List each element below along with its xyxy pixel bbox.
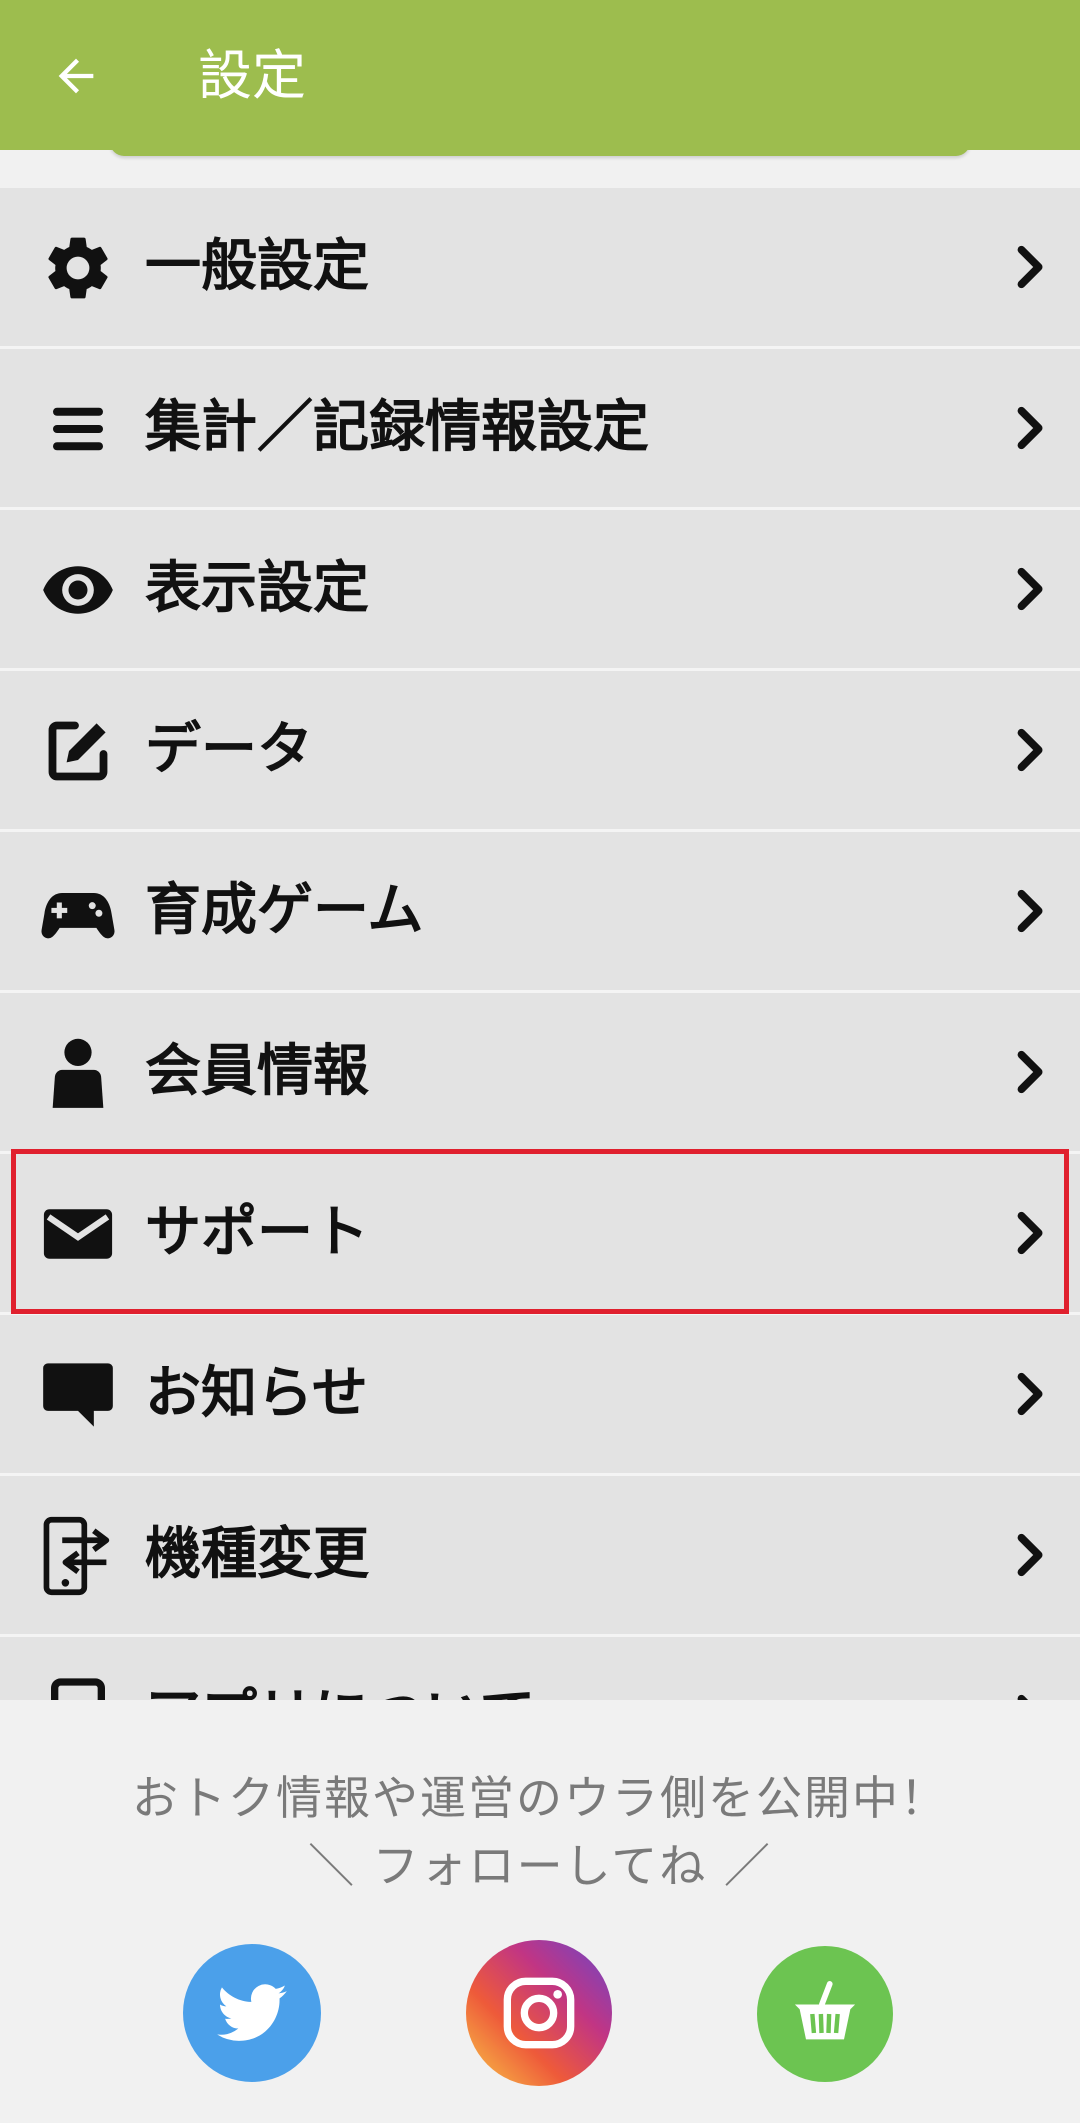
phone-transfer-icon — [40, 1516, 116, 1596]
follow-message: おトク情報や運営のウラ側を公開中！ — [132, 1771, 948, 1825]
twitter-icon — [217, 1984, 287, 2041]
chevron-right-icon — [1008, 405, 1054, 451]
basket-icon — [794, 1981, 856, 2040]
chat-bubble-icon — [40, 1357, 116, 1433]
list-icon — [40, 391, 116, 467]
chevron-right-icon — [1008, 888, 1054, 934]
shop-button[interactable] — [757, 1946, 893, 2082]
gamepad-icon — [40, 874, 116, 950]
menu-item-label: アプリについて — [145, 1637, 535, 1700]
instagram-button[interactable] — [466, 1940, 612, 2086]
menu-item-about[interactable]: アプリについて — [0, 1637, 1080, 1700]
chevron-right-icon — [1008, 1532, 1054, 1578]
chevron-right-icon — [1008, 727, 1054, 773]
eye-icon — [40, 552, 116, 628]
twitter-button[interactable] — [183, 1944, 321, 2082]
menu-item-label: 育成ゲーム — [145, 878, 424, 943]
menu-item-news[interactable]: お知らせ — [0, 1315, 1080, 1476]
chevron-right-icon — [1008, 244, 1054, 290]
chevron-right-icon — [1008, 1371, 1054, 1417]
menu-item-aggregation[interactable]: 集計／記録情報設定 — [0, 349, 1080, 510]
chevron-right-icon — [1008, 566, 1054, 612]
settings-menu: 一般設定 集計／記録情報設定 表示設定 データ 育成ゲーム 会員情報 サポート … — [0, 188, 1080, 1700]
menu-item-game[interactable]: 育成ゲーム — [0, 832, 1080, 993]
arrow-left-icon — [58, 58, 94, 94]
menu-item-general[interactable]: 一般設定 — [0, 188, 1080, 349]
chevron-right-icon — [1008, 1210, 1054, 1256]
menu-item-label: 機種変更 — [145, 1522, 369, 1587]
menu-item-label: 集計／記録情報設定 — [145, 395, 649, 460]
gear-icon — [40, 230, 116, 306]
chevron-right-icon — [1008, 1049, 1054, 1095]
menu-item-label: サポート — [145, 1200, 369, 1265]
edit-icon — [40, 713, 116, 789]
phone-icon — [40, 1678, 116, 1700]
menu-item-display[interactable]: 表示設定 — [0, 510, 1080, 671]
instagram-icon — [503, 1977, 575, 2049]
menu-item-label: 表示設定 — [145, 556, 369, 621]
menu-item-device-change[interactable]: 機種変更 — [0, 1476, 1080, 1637]
menu-item-label: 会員情報 — [145, 1039, 369, 1104]
menu-item-label: お知らせ — [145, 1361, 368, 1426]
menu-item-label: 一般設定 — [145, 234, 369, 299]
app-bar: 設定 — [0, 0, 1080, 150]
back-button[interactable] — [40, 40, 112, 112]
follow-prompt: ＼ フォローしてね ／ — [308, 1839, 772, 1893]
menu-item-member[interactable]: 会員情報 — [0, 993, 1080, 1154]
follow-footer: おトク情報や運営のウラ側を公開中！ ＼ フォローしてね ／ — [0, 1700, 1080, 2123]
chevron-right-icon — [1008, 1693, 1054, 1700]
person-icon — [40, 1035, 116, 1111]
page-title: 設定 — [198, 44, 306, 107]
menu-item-data[interactable]: データ — [0, 671, 1080, 832]
menu-item-label: データ — [145, 717, 313, 782]
menu-item-support[interactable]: サポート — [0, 1149, 1080, 1315]
mail-icon — [40, 1196, 116, 1272]
